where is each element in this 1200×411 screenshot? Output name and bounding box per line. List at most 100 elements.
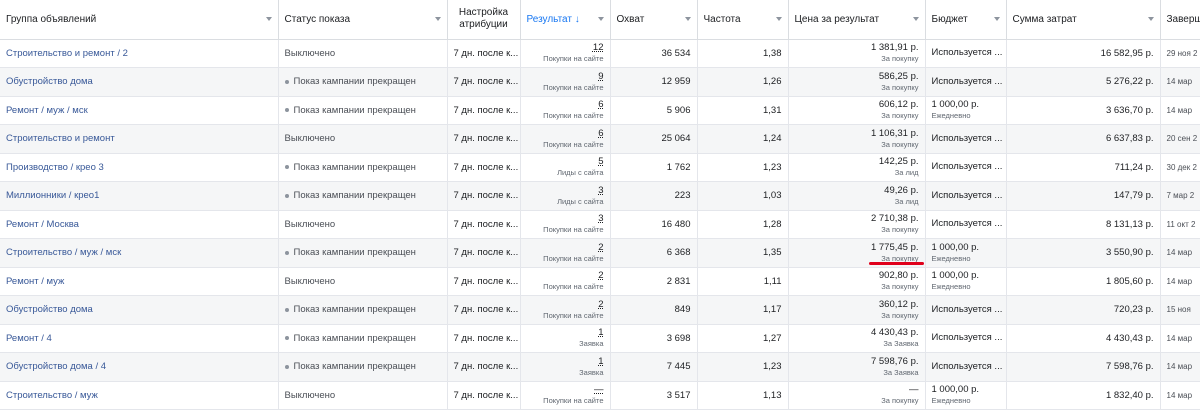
chevron-down-icon[interactable] — [775, 17, 782, 21]
table-row[interactable]: Строительство / муж Выключено 7 дн. после … — [0, 381, 1200, 410]
frequency-value: 1,27 — [697, 324, 789, 353]
chevron-down-icon[interactable] — [1147, 17, 1154, 21]
result-cell: 12 Покупки на сайте — [520, 39, 611, 68]
budget-period: Ежедневно — [931, 253, 971, 263]
col-header-status[interactable]: Статус показа — [278, 0, 448, 40]
adset-name-link[interactable]: Обустройство дома — [0, 295, 279, 325]
adset-name-link[interactable]: Строительство и ремонт / 2 — [0, 39, 279, 68]
col-header-adset[interactable]: Группа объявлений — [0, 0, 279, 40]
budget-cell: Используется ... — [925, 352, 1007, 382]
col-header-reach[interactable]: Охват — [610, 0, 698, 40]
result-value[interactable]: 6 — [527, 99, 603, 111]
reach-value: 7 445 — [610, 352, 698, 382]
cost-per-result-value: 1 106,31 р. — [870, 127, 919, 139]
budget-value: Используется ... — [931, 360, 1003, 372]
adset-name-link[interactable]: Строительство и ремонт — [0, 124, 279, 154]
delivery-status: Показ кампании прекращен — [278, 181, 448, 211]
adset-name-link[interactable]: Производство / крео 3 — [0, 153, 279, 182]
chevron-down-icon[interactable] — [434, 17, 441, 21]
result-value[interactable]: 6 — [527, 128, 603, 140]
table-header-row: Группа объявлений Статус показа Настройк… — [0, 0, 1200, 40]
chevron-down-icon[interactable] — [597, 17, 604, 21]
status-text: Показ кампании прекращен — [293, 304, 416, 316]
chevron-down-icon[interactable] — [684, 17, 691, 21]
cost-per-result-type: За Заявка — [883, 367, 919, 377]
result-value[interactable]: 1 — [527, 356, 603, 368]
result-type: Лиды с сайта — [557, 196, 604, 206]
end-date: 29 ноя 2 — [1160, 39, 1200, 68]
result-value[interactable]: 2 — [527, 299, 603, 311]
adset-name-link[interactable]: Ремонт / Москва — [0, 210, 279, 239]
spend-value: 3 550,90 р. — [1006, 238, 1161, 268]
result-value[interactable]: 3 — [527, 185, 603, 197]
col-header-cost-per-result[interactable]: Цена за результат — [788, 0, 926, 40]
table-row[interactable]: Обустройство дома / 4 Показ кампании прек… — [0, 352, 1200, 382]
adset-name-link[interactable]: Строительство / муж — [0, 381, 279, 410]
result-value[interactable]: 9 — [527, 71, 603, 83]
cost-per-result-type: За покупку — [881, 139, 919, 149]
col-header-budget[interactable]: Бюджет — [925, 0, 1007, 40]
attribution-setting: 7 дн. после к... — [447, 381, 521, 410]
table-row[interactable]: Ремонт / муж Выключено 7 дн. после к... 2 По… — [0, 267, 1200, 296]
col-header-attribution[interactable]: Настройка атрибуции — [447, 0, 521, 40]
cost-per-result-cell: 7 598,76 р. За Заявка — [788, 352, 926, 382]
status-text: Выключено — [284, 389, 336, 401]
delivery-status: Выключено — [278, 381, 448, 410]
budget-value: Используется ... — [931, 161, 1003, 173]
spend-value: 1 832,40 р. — [1006, 381, 1161, 410]
budget-cell: 1 000,00 р. Ежедневно — [925, 267, 1007, 296]
adset-name-link[interactable]: Ремонт / 4 — [0, 324, 279, 353]
col-header-spend[interactable]: Сумма затрат — [1006, 0, 1161, 40]
chevron-down-icon[interactable] — [993, 17, 1000, 21]
cost-per-result-type: За покупку — [881, 225, 919, 235]
table-row[interactable]: Ремонт / 4 Показ кампании прекращен 7 дн. … — [0, 324, 1200, 353]
cost-per-result-cell: 1 381,91 р. За покупку — [788, 39, 926, 68]
result-value[interactable]: — — [527, 384, 604, 396]
adset-name-link[interactable]: Обустройство дома — [0, 67, 279, 97]
result-value[interactable]: 5 — [527, 156, 603, 168]
chevron-down-icon[interactable] — [912, 17, 919, 21]
adset-name-link[interactable]: Ремонт / муж / мск — [0, 96, 279, 125]
chevron-down-icon[interactable] — [265, 17, 272, 21]
frequency-value: 1,03 — [697, 181, 789, 211]
table-row[interactable]: Ремонт / муж / мск Показ кампании прекращ… — [0, 96, 1200, 125]
result-value[interactable]: 2 — [527, 242, 603, 254]
col-header-frequency[interactable]: Частота — [697, 0, 789, 40]
table-row[interactable]: Производство / крео 3 Показ кампании прек… — [0, 153, 1200, 182]
table-row[interactable]: Строительство / муж / мск Показ кампании … — [0, 238, 1200, 268]
adset-name-link[interactable]: Обустройство дома / 4 — [0, 352, 279, 382]
adset-name-link[interactable]: Строительство / муж / мск — [0, 238, 279, 268]
adset-name-link[interactable]: Ремонт / муж — [0, 267, 279, 296]
end-date: 14 мар — [1160, 381, 1200, 410]
spend-value: 8 131,13 р. — [1006, 210, 1161, 239]
table-row[interactable]: Миллионники / крео1 Показ кампании прекра… — [0, 181, 1200, 211]
result-type: Покупки на сайте — [543, 310, 604, 320]
table-row[interactable]: Обустройство дома Показ кампании прекраще… — [0, 295, 1200, 325]
table-row[interactable]: Обустройство дома Показ кампании прекраще… — [0, 67, 1200, 97]
budget-period: Ежедневно — [931, 282, 971, 292]
delivery-status: Показ кампании прекращен — [278, 238, 448, 268]
cost-per-result-value: 902,80 р. — [878, 270, 919, 282]
attribution-setting: 7 дн. после к... — [447, 267, 521, 296]
reach-value: 849 — [610, 295, 698, 325]
budget-cell: 1 000,00 р. Ежедневно — [925, 96, 1007, 125]
result-type: Покупки на сайте — [543, 54, 604, 64]
cost-per-result-cell: 606,12 р. За покупку — [788, 96, 926, 125]
cost-per-result-value: 49,26 р. — [884, 184, 919, 196]
result-value[interactable]: 3 — [527, 213, 603, 225]
reach-value: 3 698 — [610, 324, 698, 353]
attribution-setting: 7 дн. после к... — [447, 352, 521, 382]
table-row[interactable]: Строительство и ремонт Выключено 7 дн. пос… — [0, 124, 1200, 154]
result-value[interactable]: 2 — [527, 270, 603, 282]
table-row[interactable]: Строительство и ремонт / 2 Выключено 7 дн.… — [0, 39, 1200, 68]
adset-name-link[interactable]: Миллионники / крео1 — [0, 181, 279, 211]
spend-value: 147,79 р. — [1006, 181, 1161, 211]
status-dot-icon — [284, 250, 289, 255]
end-date: 14 мар — [1160, 238, 1200, 268]
col-header-result[interactable]: Результат ↓ — [520, 0, 611, 40]
table-row[interactable]: Ремонт / Москва Выключено 7 дн. после к...… — [0, 210, 1200, 239]
col-header-end[interactable]: Заверш — [1160, 0, 1200, 40]
budget-value: Используется ... — [931, 303, 1003, 315]
result-value[interactable]: 1 — [527, 327, 603, 339]
result-value[interactable]: 12 — [527, 42, 604, 54]
